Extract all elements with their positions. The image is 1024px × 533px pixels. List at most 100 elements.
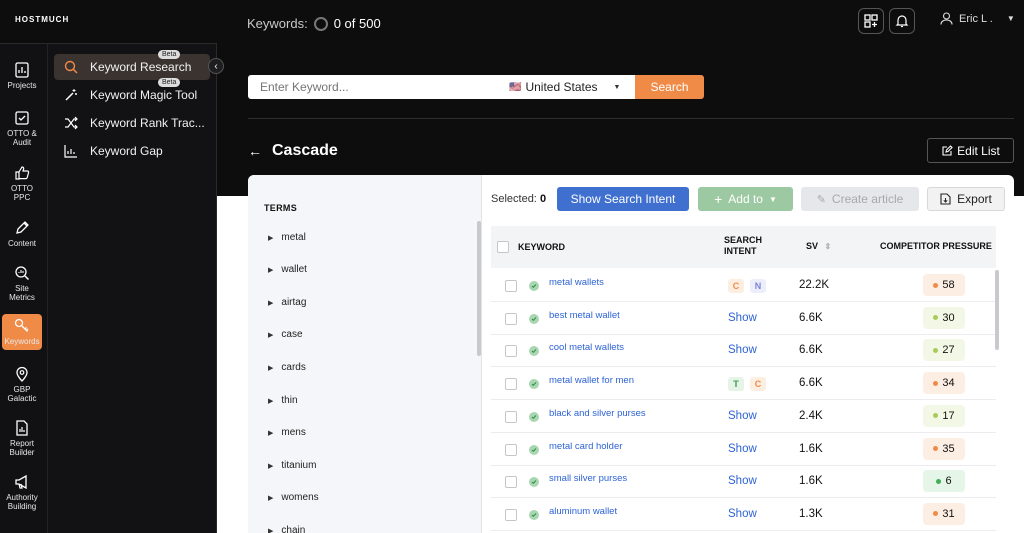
intent-chip: T <box>728 377 744 392</box>
keyword-link[interactable]: metal wallets <box>549 277 604 288</box>
keyword-link[interactable]: black and silver purses <box>549 408 646 419</box>
term-item[interactable]: ▶ case <box>268 329 303 340</box>
rail-item-otto-audit[interactable]: OTTO & Audit <box>0 110 44 147</box>
apps-grid-button[interactable] <box>858 8 884 34</box>
check-circle-icon <box>529 313 539 324</box>
row-checkbox[interactable] <box>505 280 517 292</box>
col-competitor-pressure[interactable]: COMPETITOR PRESSURE <box>880 241 992 252</box>
rail-item-content[interactable]: Content <box>0 220 44 248</box>
rail-item-authority-building[interactable]: Authority Building <box>0 474 44 511</box>
show-intent-link[interactable]: Show <box>728 443 757 455</box>
submenu-keyword-research[interactable]: Keyword Research <box>54 54 210 80</box>
map-pin-icon <box>16 366 28 382</box>
keyword-link[interactable]: metal card holder <box>549 441 622 452</box>
row-checkbox[interactable] <box>505 345 517 358</box>
rail-item-site-metrics[interactable]: Site Metrics <box>0 265 44 302</box>
show-intent-link[interactable]: Show <box>728 508 757 520</box>
row-checkbox[interactable] <box>505 410 517 423</box>
row-checkbox[interactable] <box>505 508 517 521</box>
table-row: metal card holder Show 1.6K 35 <box>491 433 996 466</box>
rail-label: Keywords <box>4 337 40 346</box>
submenu-keyword-magic-tool[interactable]: Keyword Magic Tool <box>54 82 210 108</box>
row-checkbox[interactable] <box>505 443 517 456</box>
rail-item-report-builder[interactable]: Report Builder <box>0 420 44 457</box>
search-volume: 6.6K <box>799 311 823 324</box>
select-all-checkbox[interactable] <box>497 241 509 253</box>
terms-scrollbar[interactable] <box>477 221 481 356</box>
term-item[interactable]: ▶ thin <box>268 395 298 406</box>
term-item[interactable]: ▶ titanium <box>268 460 316 471</box>
rail-label: Content <box>7 239 37 248</box>
beta-badge: Beta <box>158 50 181 59</box>
term-item[interactable]: ▶ wallet <box>268 264 307 275</box>
show-intent-link[interactable]: Show <box>728 410 757 422</box>
credits-value: 0 of 500 <box>333 16 381 31</box>
rail-item-projects[interactable]: Projects <box>0 62 44 90</box>
row-checkbox[interactable] <box>505 476 517 489</box>
keyword-link[interactable]: metal wallet for men <box>549 375 634 386</box>
keyword-link[interactable]: small silver purses <box>549 473 627 484</box>
term-item[interactable]: ▶ chain <box>268 525 305 533</box>
keyword-link[interactable]: aluminum wallet <box>549 506 617 517</box>
table-row: metal wallets C N 22.2K 58 <box>491 269 996 302</box>
back-arrow-icon[interactable]: ← <box>248 143 262 159</box>
pressure-dot-icon <box>933 380 939 386</box>
sort-icon: ⇕ <box>824 242 832 251</box>
audit-icon <box>15 111 29 125</box>
pressure-value: 31 <box>942 507 955 520</box>
search-button[interactable]: Search <box>635 75 704 99</box>
caret-right-icon: ▶ <box>268 364 274 372</box>
term-item[interactable]: ▶ airtag <box>268 297 306 308</box>
chevron-left-icon: ‹ <box>214 60 218 72</box>
submenu-keyword-rank-tracker[interactable]: Keyword Rank Trac... <box>54 110 210 136</box>
add-to-button[interactable]: + Add to ▼ <box>698 187 793 211</box>
term-item[interactable]: ▶ mens <box>268 427 306 438</box>
keyword-link[interactable]: best metal wallet <box>549 310 620 321</box>
term-item[interactable]: ▶ metal <box>268 232 306 243</box>
file-export-icon <box>940 193 951 205</box>
collapse-sidebar-button[interactable]: ‹ <box>208 58 224 74</box>
col-keyword[interactable]: KEYWORD <box>518 242 565 253</box>
rail-label: Projects <box>7 81 37 90</box>
keyword-credits: Keywords: 0 of 500 <box>247 16 381 31</box>
table-row: best metal wallet Show 6.6K 30 <box>491 302 996 335</box>
edit-list-button[interactable]: Edit List <box>927 138 1014 163</box>
export-button[interactable]: Export <box>927 187 1005 211</box>
keyword-link[interactable]: cool metal wallets <box>549 342 624 353</box>
create-article-label: Create article <box>831 192 904 206</box>
caret-right-icon: ▶ <box>268 234 274 242</box>
col-sv[interactable]: SV ⇕ <box>806 241 831 252</box>
row-checkbox[interactable] <box>505 378 517 391</box>
table-scrollbar[interactable] <box>995 270 999 350</box>
table-row: metal wallet for men T C 6.6K 34 <box>491 367 996 401</box>
term-label: airtag <box>281 297 307 308</box>
search-volume: 1.3K <box>799 507 823 520</box>
row-checkbox[interactable] <box>505 312 517 325</box>
rail-item-gbp-galactic[interactable]: GBP Galactic <box>0 366 44 403</box>
check-circle-icon <box>529 444 539 455</box>
country-value: United States <box>525 80 598 94</box>
rail-item-otto-ppc[interactable]: OTTO PPC <box>0 165 44 202</box>
beta-badge: Beta <box>158 78 181 87</box>
show-search-intent-button[interactable]: Show Search Intent <box>557 187 689 211</box>
show-intent-link[interactable]: Show <box>728 312 757 324</box>
country-select[interactable]: 🇺🇸 United States ▼ <box>509 80 620 94</box>
check-circle-icon <box>529 379 539 390</box>
competitor-pressure-badge: 35 <box>923 437 965 460</box>
create-article-button[interactable]: ✎ Create article <box>801 187 919 211</box>
submenu-keyword-gap[interactable]: Keyword Gap <box>54 138 210 164</box>
caret-right-icon: ▶ <box>268 331 274 339</box>
term-label: wallet <box>281 264 307 275</box>
terms-title: TERMS <box>264 203 297 213</box>
keyword-input[interactable] <box>248 80 503 94</box>
rail-item-keywords[interactable]: Keywords <box>2 314 42 350</box>
term-item[interactable]: ▶ womens <box>268 492 319 503</box>
magic-wand-icon <box>65 89 77 101</box>
user-menu[interactable]: Eric L . ▼ <box>940 12 1015 25</box>
show-intent-link[interactable]: Show <box>728 344 757 356</box>
notifications-button[interactable] <box>889 8 915 34</box>
keywords-submenu: Keyword Research Beta Keyword Magic Tool… <box>48 43 217 533</box>
term-item[interactable]: ▶ cards <box>268 362 306 373</box>
brand-logo[interactable]: HOSTMUCH <box>15 15 69 24</box>
show-intent-link[interactable]: Show <box>728 475 757 487</box>
